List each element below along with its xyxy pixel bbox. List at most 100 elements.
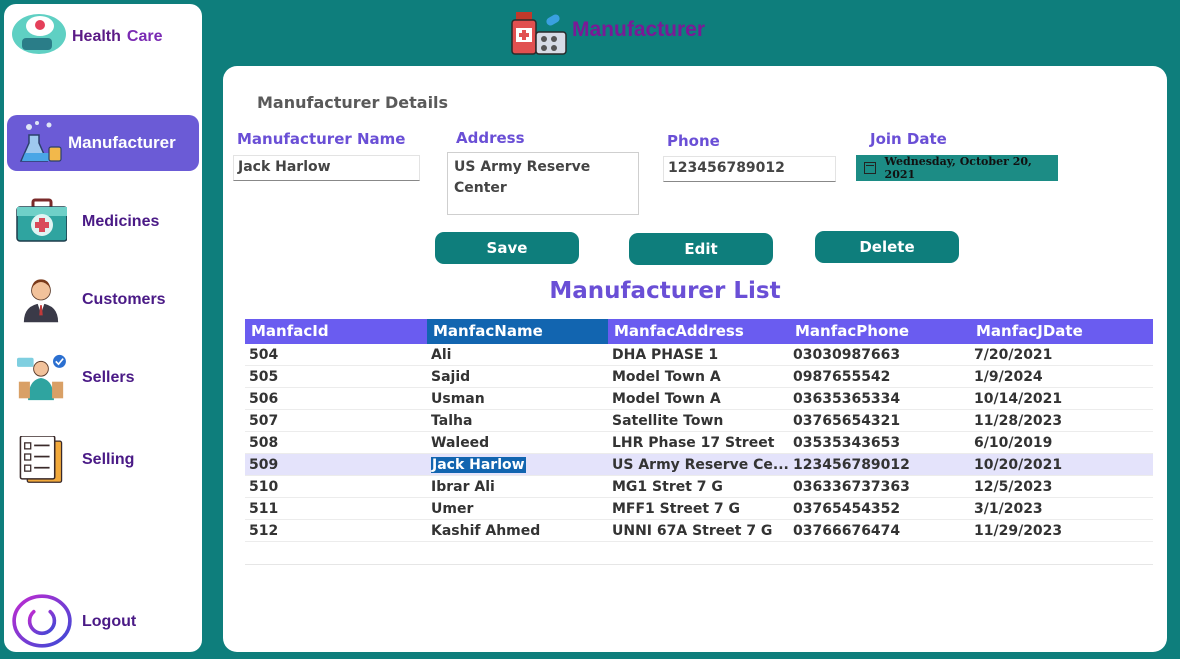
seller-icon [17, 354, 66, 401]
manufacturer-table: ManfacId ManfacName ManfacAddress Manfac… [245, 319, 1153, 565]
address-input[interactable]: US Army Reserve Center [447, 152, 639, 215]
table-cell[interactable]: LHR Phase 17 Street [608, 432, 789, 453]
table-cell[interactable]: Talha [427, 410, 608, 431]
table-cell[interactable]: UNNI 67A Street 7 G [608, 520, 789, 541]
main-panel: Manufacturer Details Manufacturer Name J… [223, 66, 1167, 652]
table-cell[interactable]: 11/28/2023 [970, 410, 1153, 431]
table-cell[interactable]: 3/1/2023 [970, 498, 1153, 519]
section-title: Manufacturer Details [257, 93, 449, 112]
table-cell-selected[interactable]: Jack Harlow [427, 454, 608, 475]
sidebar-item-label: Medicines [82, 213, 160, 230]
sidebar-item-sellers[interactable]: Sellers [7, 350, 199, 406]
save-button[interactable]: Save [435, 232, 579, 264]
table-row[interactable]: 505 Sajid Model Town A 0987655542 1/9/20… [245, 366, 1153, 388]
logout-label: Logout [82, 613, 137, 630]
table-cell[interactable]: 03030987663 [789, 344, 970, 365]
table-cell[interactable]: 12/5/2023 [970, 476, 1153, 497]
lab-flask-icon [19, 121, 62, 162]
table-cell[interactable]: Model Town A [608, 366, 789, 387]
table-cell[interactable]: 03535343653 [789, 432, 970, 453]
table-row[interactable]: 511 Umer MFF1 Street 7 G 03765454352 3/1… [245, 498, 1153, 520]
phone-input[interactable]: 123456789012 [663, 156, 836, 182]
table-cell[interactable]: 510 [245, 476, 427, 497]
table-row[interactable]: 504 Ali DHA PHASE 1 03030987663 7/20/202… [245, 344, 1153, 366]
brand-word-2: Care [126, 28, 163, 45]
table-header: ManfacId ManfacName ManfacAddress Manfac… [245, 319, 1153, 344]
table-cell[interactable]: 507 [245, 410, 427, 431]
brand-word-1: Health [72, 28, 121, 45]
table-row[interactable]: 507 Talha Satellite Town 03765654321 11/… [245, 410, 1153, 432]
table-cell[interactable]: MFF1 Street 7 G [608, 498, 789, 519]
table-cell[interactable]: 7/20/2021 [970, 344, 1153, 365]
checklist-icon [19, 436, 63, 483]
table-row[interactable]: 506 Usman Model Town A 03635365334 10/14… [245, 388, 1153, 410]
table-cell[interactable]: 506 [245, 388, 427, 409]
table-cell[interactable]: 10/14/2021 [970, 388, 1153, 409]
name-label: Manufacturer Name [237, 130, 406, 148]
table-cell[interactable]: 03635365334 [789, 388, 970, 409]
table-cell[interactable]: Umer [427, 498, 608, 519]
table-cell[interactable]: 505 [245, 366, 427, 387]
table-row[interactable]: 508 Waleed LHR Phase 17 Street 035353436… [245, 432, 1153, 454]
medicine-box-icon [511, 12, 567, 55]
customer-icon [23, 279, 59, 323]
table-cell[interactable]: 504 [245, 344, 427, 365]
column-header[interactable]: ManfacName [427, 319, 608, 344]
table-cell[interactable]: 036336737363 [789, 476, 970, 497]
table-cell[interactable]: 03765654321 [789, 410, 970, 431]
column-header[interactable]: ManfacPhone [789, 319, 970, 344]
brand: Health Care [10, 12, 200, 60]
sidebar-item-medicines[interactable]: Medicines [7, 194, 199, 250]
manufacturer-name-input[interactable]: Jack Harlow [233, 155, 420, 181]
health-care-logo-icon [12, 14, 66, 54]
column-header[interactable]: ManfacJDate [970, 319, 1153, 344]
table-cell[interactable]: 509 [245, 454, 427, 475]
table-cell[interactable]: 508 [245, 432, 427, 453]
phone-label: Phone [667, 132, 720, 150]
table-cell[interactable]: 512 [245, 520, 427, 541]
edit-button[interactable]: Edit [629, 233, 773, 265]
table-cell[interactable]: Satellite Town [608, 410, 789, 431]
table-cell[interactable]: 03765454352 [789, 498, 970, 519]
table-cell[interactable]: Usman [427, 388, 608, 409]
table-cell[interactable]: 11/29/2023 [970, 520, 1153, 541]
table-cell[interactable]: Waleed [427, 432, 608, 453]
sidebar-item-manufacturer[interactable]: Manufacturer [7, 115, 199, 171]
table-cell[interactable]: Kashif Ahmed [427, 520, 608, 541]
sidebar-item-label: Sellers [82, 369, 135, 386]
join-date-picker[interactable]: Wednesday, October 20, 2021 [856, 155, 1058, 181]
table-row[interactable]: 512 Kashif Ahmed UNNI 67A Street 7 G 037… [245, 520, 1153, 542]
table-cell[interactable]: 03766676474 [789, 520, 970, 541]
join-date-label: Join Date [870, 130, 947, 148]
table-cell[interactable]: 6/10/2019 [970, 432, 1153, 453]
calendar-icon [864, 162, 876, 174]
address-label: Address [456, 129, 525, 147]
table-cell[interactable]: MG1 Stret 7 G [608, 476, 789, 497]
table-cell[interactable]: Model Town A [608, 388, 789, 409]
brand-name: Health Care [72, 28, 162, 46]
table-row-selected[interactable]: 509 Jack Harlow US Army Reserve Ce... 12… [245, 454, 1153, 476]
delete-button[interactable]: Delete [815, 231, 959, 263]
table-cell[interactable]: 10/20/2021 [970, 454, 1153, 475]
power-icon [12, 594, 72, 648]
table-cell[interactable]: Ali [427, 344, 608, 365]
table-cell[interactable]: US Army Reserve Ce... [608, 454, 789, 475]
table-cell[interactable]: DHA PHASE 1 [608, 344, 789, 365]
table-cell[interactable]: 123456789012 [789, 454, 970, 475]
logout-button[interactable]: Logout [7, 594, 199, 650]
column-header[interactable]: ManfacId [245, 319, 427, 344]
list-title: Manufacturer List [549, 278, 781, 304]
selected-cell-text: Jack Harlow [431, 457, 526, 473]
table-cell[interactable]: 511 [245, 498, 427, 519]
medical-kit-icon [16, 198, 67, 242]
page-title: Manufacturer [572, 18, 706, 41]
table-cell[interactable]: 0987655542 [789, 366, 970, 387]
table-row[interactable]: 510 Ibrar Ali MG1 Stret 7 G 036336737363… [245, 476, 1153, 498]
sidebar-item-selling[interactable]: Selling [7, 432, 199, 488]
column-header[interactable]: ManfacAddress [608, 319, 789, 344]
table-cell[interactable]: Ibrar Ali [427, 476, 608, 497]
sidebar-item-customers[interactable]: Customers [7, 272, 199, 328]
sidebar: Health Care Manufacturer Medicines Custom… [4, 4, 202, 652]
table-cell[interactable]: Sajid [427, 366, 608, 387]
table-cell[interactable]: 1/9/2024 [970, 366, 1153, 387]
